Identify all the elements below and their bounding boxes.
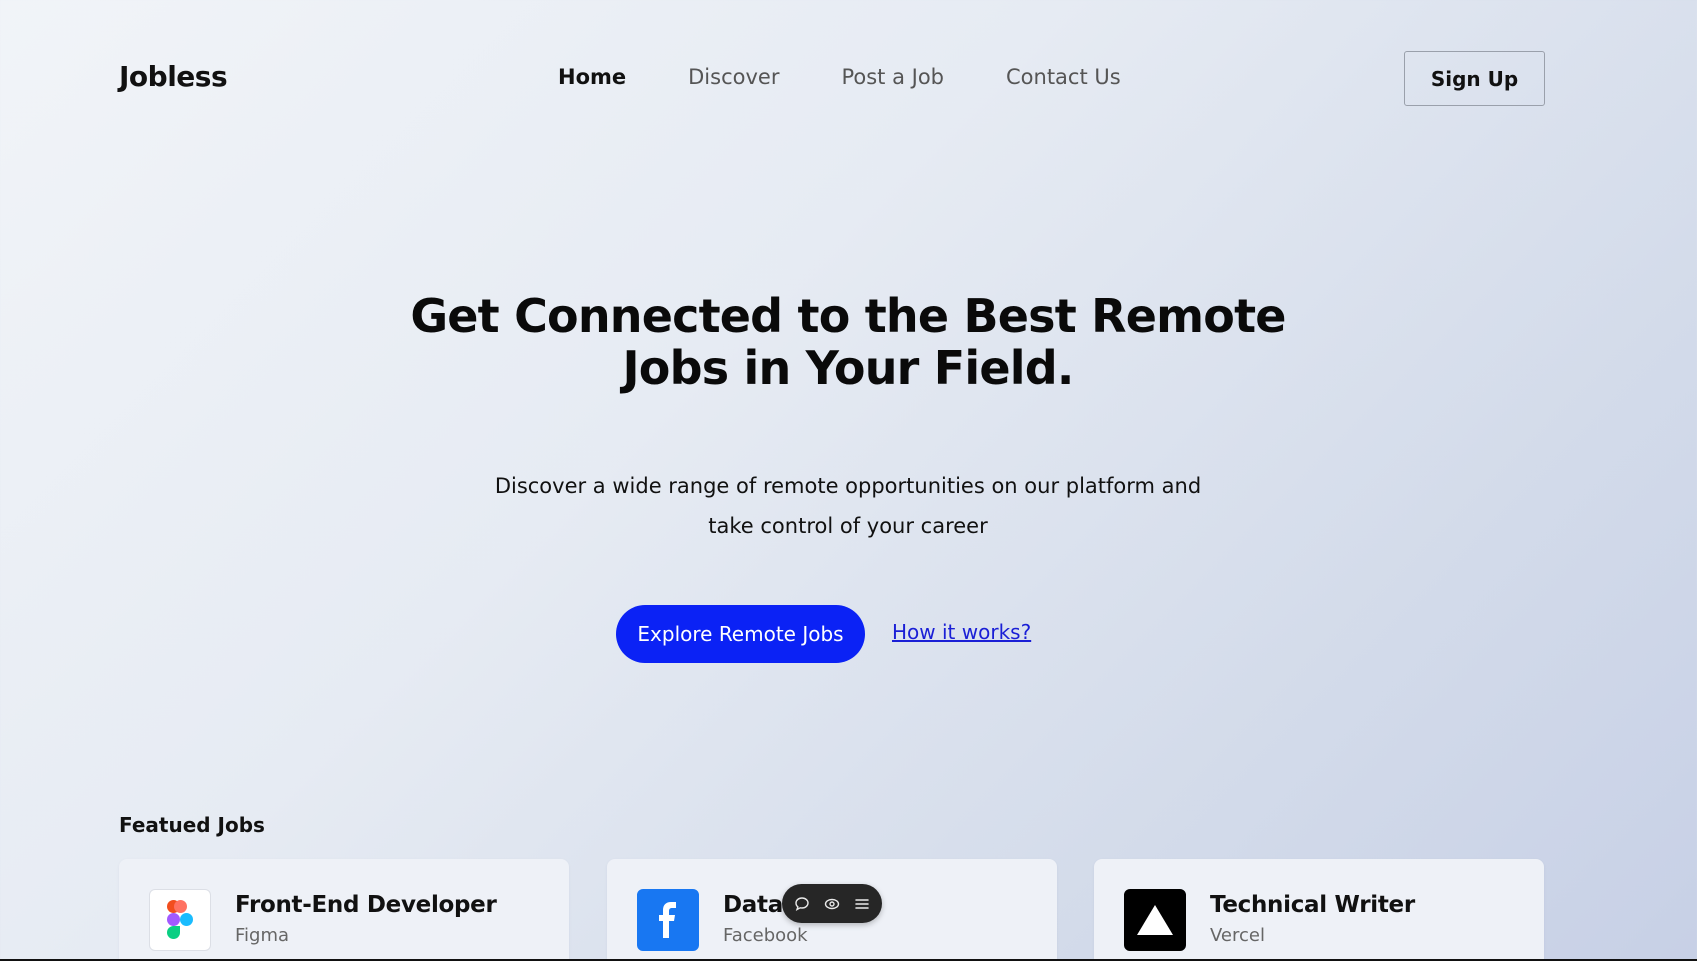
nav-post-a-job[interactable]: Post a Job [841, 65, 944, 89]
job-title: Technical Writer [1210, 892, 1415, 918]
sign-up-button[interactable]: Sign Up [1404, 51, 1545, 106]
how-it-works-link[interactable]: How it works? [892, 620, 1031, 644]
company-name: Vercel [1210, 925, 1265, 946]
hero-subtitle-line-2: take control of your career [708, 514, 988, 538]
brand-logo[interactable]: Jobless [119, 60, 228, 93]
top-navigation: Jobless Home Discover Post a Job Contact… [0, 0, 1697, 160]
hero-title-line-2: Jobs in Your Field. [622, 341, 1074, 395]
vercel-logo-icon [1124, 889, 1186, 951]
floating-toolbar [782, 884, 882, 923]
hero-title-line-1: Get Connected to the Best Remote [410, 289, 1286, 343]
hero-title: Get Connected to the Best Remote Jobs in… [348, 290, 1348, 394]
nav-contact-us[interactable]: Contact Us [1006, 65, 1121, 89]
main-menu: Home Discover Post a Job Contact Us [558, 65, 1121, 89]
job-card-technical-writer[interactable]: Technical Writer Vercel [1094, 859, 1544, 961]
job-card-front-end-developer[interactable]: Front-End Developer Figma [119, 859, 569, 961]
company-name: Figma [235, 925, 290, 946]
menu-icon[interactable] [853, 895, 871, 913]
featured-jobs-heading: Featued Jobs [119, 813, 265, 837]
nav-discover[interactable]: Discover [688, 65, 779, 89]
hero-subtitle-line-1: Discover a wide range of remote opportun… [494, 474, 1202, 498]
job-title: Front-End Developer [235, 892, 497, 918]
company-name: Facebook [723, 925, 808, 946]
nav-home[interactable]: Home [558, 65, 626, 89]
comment-icon[interactable] [793, 895, 811, 913]
job-title: Data [723, 892, 783, 918]
explore-remote-jobs-button[interactable]: Explore Remote Jobs [616, 605, 865, 663]
eye-icon[interactable] [823, 895, 841, 913]
facebook-logo-icon [637, 889, 699, 951]
hero-subtitle: Discover a wide range of remote opportun… [448, 466, 1248, 546]
figma-logo-icon [149, 889, 211, 951]
